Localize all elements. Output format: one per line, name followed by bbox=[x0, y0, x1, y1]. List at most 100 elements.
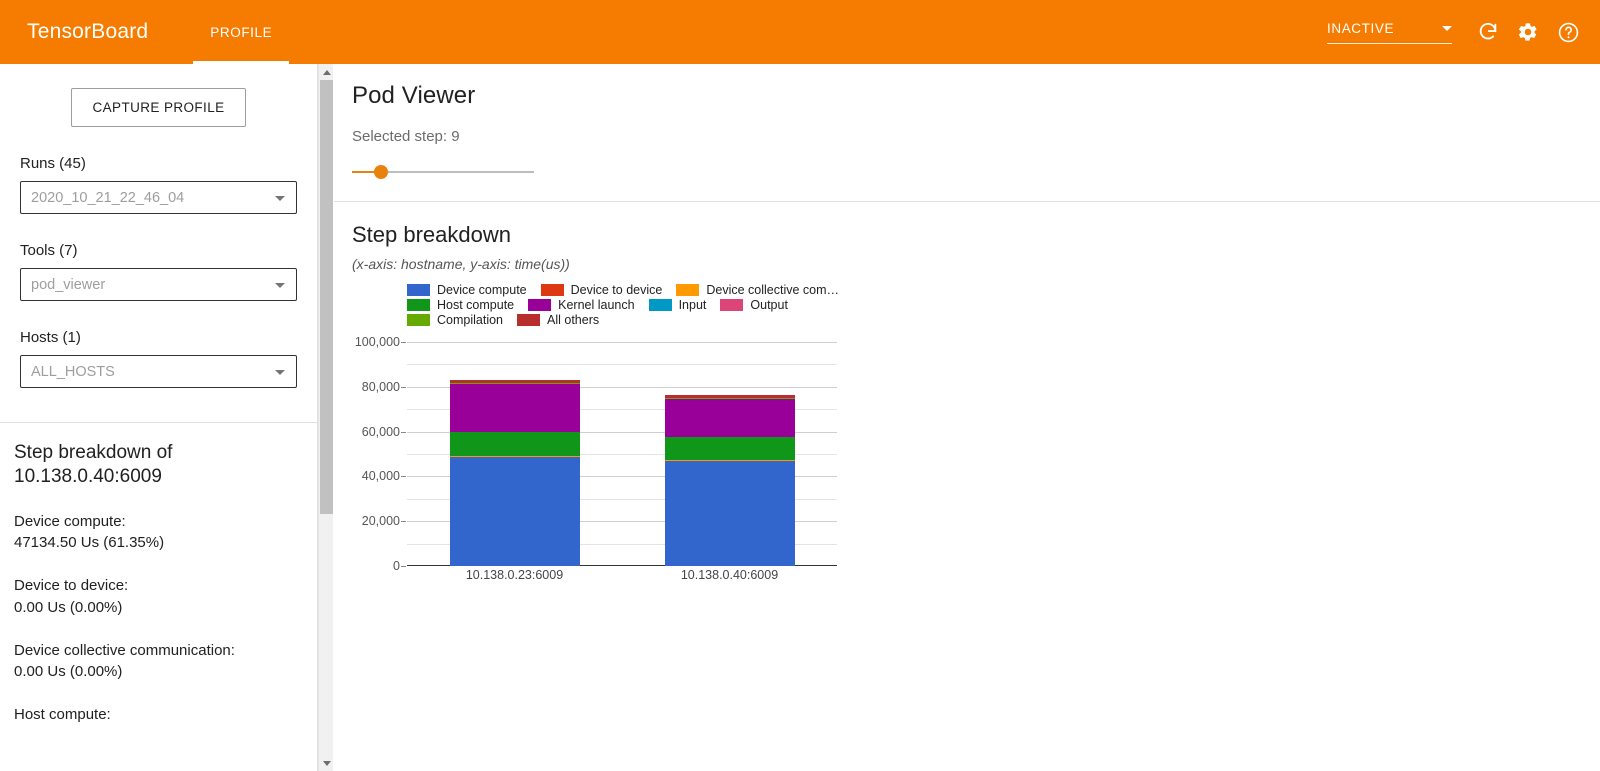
app-brand: TensorBoard bbox=[27, 20, 149, 43]
page-title: Pod Viewer bbox=[352, 82, 476, 109]
tools-select[interactable]: pod_viewer bbox=[20, 268, 297, 301]
legend-item[interactable]: Device compute bbox=[407, 282, 527, 297]
chart-bar-segment[interactable] bbox=[664, 459, 795, 461]
legend-item[interactable]: Compilation bbox=[407, 312, 503, 327]
step-breakdown-chart: Device compute Device to device Device col… bbox=[352, 282, 1232, 592]
y-axis-tick-mark bbox=[401, 476, 406, 478]
runs-field: Runs (45) 2020_10_21_22_46_04 bbox=[0, 155, 317, 214]
legend-swatch-icon bbox=[407, 298, 430, 311]
help-button[interactable] bbox=[1550, 14, 1586, 50]
chart-subtitle: (x-axis: hostname, y-axis: time(us)) bbox=[352, 256, 570, 272]
breakdown-item-key: Device to device: bbox=[14, 577, 129, 595]
chart-bar-segment[interactable] bbox=[664, 397, 795, 399]
legend-item[interactable]: All others bbox=[517, 312, 599, 327]
chart-bar-segment[interactable] bbox=[449, 456, 580, 458]
tools-selected-value: pod_viewer bbox=[31, 276, 106, 293]
legend-label: Compilation bbox=[437, 312, 504, 327]
runs-select[interactable]: 2020_10_21_22_46_04 bbox=[20, 181, 297, 214]
topbar-actions: INACTIVE bbox=[1327, 14, 1600, 50]
legend-swatch-icon bbox=[407, 283, 430, 296]
chart-bar-segment[interactable] bbox=[664, 395, 795, 398]
legend-swatch-icon bbox=[407, 313, 430, 326]
gridline-major bbox=[407, 342, 837, 343]
legend-label: Device to device bbox=[570, 282, 663, 297]
chart-bar-segment[interactable] bbox=[449, 382, 580, 384]
breakdown-item: Host compute: bbox=[14, 704, 303, 726]
chart-bar-segment[interactable] bbox=[449, 457, 580, 566]
breakdown-item-key: Host compute: bbox=[14, 706, 111, 724]
chevron-down-icon bbox=[275, 282, 285, 288]
x-axis-tick-label: 10.138.0.23:6009 bbox=[465, 568, 564, 582]
chart-bar-segment[interactable] bbox=[664, 398, 795, 437]
capture-profile-button[interactable]: CAPTURE PROFILE bbox=[71, 88, 246, 127]
y-axis-tick-mark bbox=[401, 342, 406, 343]
legend-row: Host compute Kernel launch Input Output bbox=[407, 297, 877, 312]
sidebar: CAPTURE PROFILE Runs (45) 2020_10_21_22_… bbox=[0, 64, 318, 771]
y-axis-tick-label: 60,000 bbox=[361, 424, 400, 439]
gridline-minor bbox=[407, 364, 837, 366]
reload-button[interactable] bbox=[1470, 14, 1506, 50]
scroll-up-arrow[interactable] bbox=[319, 64, 334, 80]
chart-bar-segment[interactable] bbox=[664, 436, 795, 460]
chart-legend: Device compute Device to device Device col… bbox=[407, 282, 877, 327]
tools-label: Tools (7) bbox=[20, 242, 78, 259]
y-axis-tick-mark bbox=[401, 521, 406, 523]
runs-selected-value: 2020_10_21_22_46_04 bbox=[31, 189, 185, 206]
pod-viewer-header: Pod Viewer Selected step: 9 bbox=[334, 64, 1600, 182]
y-axis-tick-mark bbox=[401, 431, 406, 433]
run-status-value: INACTIVE bbox=[1327, 20, 1395, 36]
tools-field: Tools (7) pod_viewer bbox=[0, 242, 317, 301]
chart-plot-area: 0 20,000 40,000 60,000 80,000 100,000 10.138.0… bbox=[355, 335, 837, 582]
y-axis-tick-label: 20,000 bbox=[361, 514, 400, 529]
chart-bar[interactable] bbox=[449, 380, 580, 566]
chart-bar-segment[interactable] bbox=[449, 380, 580, 383]
legend-label: Device compute bbox=[437, 282, 527, 297]
breakdown-item-value: 0.00 Us (0.00%) bbox=[14, 663, 123, 681]
gear-icon bbox=[1517, 21, 1539, 43]
runs-label: Runs (45) bbox=[20, 155, 86, 172]
legend-item[interactable]: Kernel launch bbox=[528, 297, 635, 312]
run-status-dropdown[interactable]: INACTIVE bbox=[1327, 21, 1452, 44]
hosts-field: Hosts (1) ALL_HOSTS bbox=[0, 329, 317, 388]
chevron-down-icon bbox=[275, 195, 285, 201]
legend-item[interactable]: Input bbox=[648, 297, 706, 312]
legend-item[interactable]: Host compute bbox=[407, 297, 514, 312]
legend-swatch-icon bbox=[540, 283, 564, 296]
tab-profile[interactable]: PROFILE bbox=[193, 0, 290, 64]
breakdown-item-value: 0.00 Us (0.00%) bbox=[14, 598, 123, 616]
x-axis-tick-label: 10.138.0.40:6009 bbox=[680, 568, 779, 582]
main-content: Pod Viewer Selected step: 9 Step breakdo… bbox=[334, 64, 1600, 771]
breakdown-item-key: Device collective communication: bbox=[14, 641, 235, 659]
y-axis-tick-label: 0 bbox=[393, 559, 400, 573]
chart-bar-segment[interactable] bbox=[449, 431, 580, 457]
legend-swatch-icon bbox=[528, 298, 552, 311]
breakdown-item-key: Device compute: bbox=[14, 512, 126, 530]
slider-thumb[interactable] bbox=[374, 165, 389, 179]
scroll-down-arrow[interactable] bbox=[319, 755, 334, 771]
chart-bar-segment[interactable] bbox=[664, 460, 795, 566]
step-breakdown-chart-section: Step breakdown (x-axis: hostname, y-axis… bbox=[334, 202, 1600, 592]
step-breakdown-panel: Step breakdown of 10.138.0.40:6009 Devic… bbox=[0, 423, 317, 726]
hosts-select[interactable]: ALL_HOSTS bbox=[20, 355, 297, 388]
y-axis-tick-mark bbox=[401, 566, 406, 567]
step-slider[interactable] bbox=[352, 162, 534, 182]
legend-swatch-icon bbox=[517, 313, 541, 326]
legend-item[interactable]: Device collective com… bbox=[676, 282, 839, 297]
legend-item[interactable]: Device to device bbox=[540, 282, 663, 297]
chart-bar-segment[interactable] bbox=[449, 383, 580, 432]
breakdown-item: Device compute: 47134.50 Us (61.35%) bbox=[14, 511, 303, 555]
hosts-label: Hosts (1) bbox=[20, 329, 81, 346]
breakdown-item: Device to device: 0.00 Us (0.00%) bbox=[14, 575, 303, 619]
capture-profile-section: CAPTURE PROFILE bbox=[0, 64, 317, 127]
sidebar-scrollbar[interactable] bbox=[318, 64, 333, 771]
settings-button[interactable] bbox=[1510, 14, 1546, 50]
legend-item[interactable]: Output bbox=[720, 297, 788, 312]
scrollbar-thumb[interactable] bbox=[320, 80, 333, 514]
chart-bar[interactable] bbox=[664, 395, 795, 566]
y-axis-tick-label: 80,000 bbox=[361, 379, 400, 394]
hosts-selected-value: ALL_HOSTS bbox=[31, 363, 115, 380]
step-breakdown-title: Step breakdown of 10.138.0.40:6009 bbox=[14, 442, 173, 488]
y-axis-tick-label: 40,000 bbox=[361, 469, 400, 484]
legend-row: Device compute Device to device Device col… bbox=[407, 282, 877, 297]
chevron-down-icon bbox=[275, 369, 285, 375]
